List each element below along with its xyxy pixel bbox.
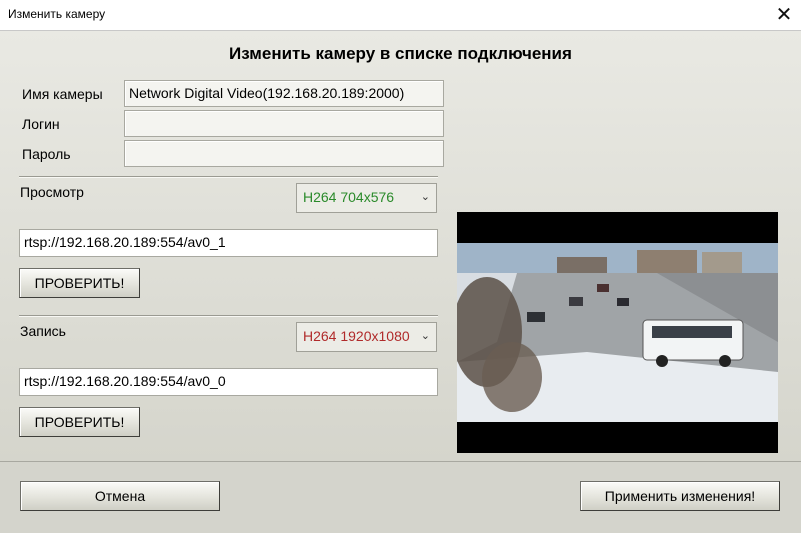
camera-name-label: Имя камеры (22, 86, 103, 102)
dialog-heading: Изменить камеру в списке подключения (229, 44, 572, 63)
separator (19, 176, 438, 178)
view-stream-select[interactable]: H264 704x576 ⌄ (296, 183, 437, 213)
record-check-button[interactable]: ПРОВЕРИТЬ! (19, 407, 140, 437)
password-label: Пароль (22, 146, 71, 162)
record-url-input[interactable]: rtsp://192.168.20.189:554/av0_0 (19, 368, 438, 396)
preview-image (452, 212, 778, 453)
record-label: Запись (20, 323, 66, 339)
chevron-down-icon: ⌄ (420, 330, 430, 342)
view-check-button[interactable]: ПРОВЕРИТЬ! (19, 268, 140, 298)
close-icon[interactable]: ✕ (770, 2, 798, 28)
title-bar: Изменить камеру ✕ (0, 0, 801, 31)
view-url-input[interactable]: rtsp://192.168.20.189:554/av0_1 (19, 229, 438, 257)
record-stream-select[interactable]: H264 1920x1080 ⌄ (296, 322, 437, 352)
view-stream-value: H264 704x576 (303, 189, 395, 205)
cancel-button[interactable]: Отмена (20, 481, 220, 511)
login-label: Логин (22, 116, 60, 132)
camera-preview (452, 212, 778, 453)
apply-button[interactable]: Применить изменения! (580, 481, 780, 511)
login-input[interactable] (124, 110, 444, 137)
window-title: Изменить камеру (8, 7, 106, 21)
password-input[interactable] (124, 140, 444, 167)
view-label: Просмотр (20, 184, 84, 200)
chevron-down-icon: ⌄ (420, 191, 430, 203)
record-stream-value: H264 1920x1080 (303, 328, 410, 344)
camera-name-input[interactable]: Network Digital Video(192.168.20.189:200… (124, 80, 444, 107)
separator (19, 315, 438, 317)
